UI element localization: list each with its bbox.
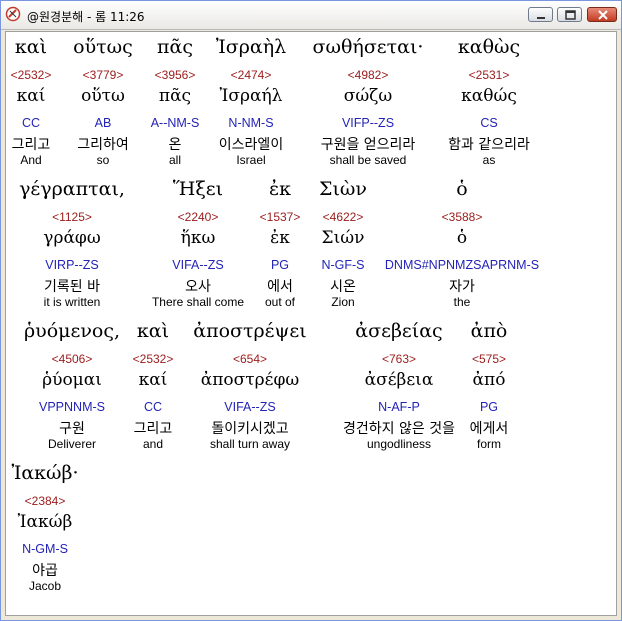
- lemma: ἀποστρέφω: [200, 370, 300, 390]
- korean-gloss: 야곱: [32, 563, 58, 579]
- greek-word: καθὼς: [457, 36, 521, 58]
- korean-gloss: 자가: [449, 279, 475, 295]
- title-bar[interactable]: @원경분해 - 롬 11:26: [1, 1, 621, 30]
- minimize-button[interactable]: [528, 7, 553, 22]
- english-gloss: as: [482, 153, 496, 167]
- english-gloss: form: [477, 437, 501, 451]
- strong-number[interactable]: <654>: [170, 352, 330, 366]
- lemma: καθώς: [461, 86, 517, 106]
- maximize-button[interactable]: [557, 7, 582, 22]
- lemma: ἀπό: [472, 370, 506, 390]
- strong-number[interactable]: <3588>: [382, 210, 542, 224]
- app-icon[interactable]: [5, 6, 21, 22]
- greek-word: ὁ: [456, 178, 468, 200]
- lemma: ὁ: [456, 228, 468, 248]
- greek-word: Ἰακώβ·: [11, 462, 79, 484]
- strong-number[interactable]: <575>: [409, 352, 569, 366]
- morph-code: N-GM-S: [22, 542, 68, 556]
- strong-number[interactable]: <2531>: [409, 68, 569, 82]
- morph-code: CS: [480, 116, 498, 130]
- greek-word: ἀπὸ: [470, 320, 508, 342]
- morph-code: VIFA--ZS: [224, 400, 276, 414]
- english-gloss: shall turn away: [209, 437, 291, 451]
- english-gloss: the: [453, 295, 471, 309]
- greek-word: ἀποστρέψει: [193, 320, 307, 342]
- window-title: @원경분해 - 롬 11:26: [27, 10, 145, 24]
- korean-gloss: 에게서: [469, 421, 509, 437]
- lemma: Ἰακώβ: [17, 512, 73, 532]
- app-window: @원경분해 - 롬 11:26 καὶ <2532> καί CC 그리고 And οὕτω…: [0, 0, 622, 621]
- english-gloss: Jacob: [28, 579, 62, 593]
- strong-number[interactable]: <2384>: [6, 494, 125, 508]
- morph-code: DNMS#NPNMZSAPRNM-S: [384, 258, 540, 272]
- korean-gloss: 돌이키시겠고: [211, 421, 289, 437]
- morph-code: PG: [479, 400, 499, 414]
- close-button[interactable]: [587, 7, 617, 22]
- korean-gloss: 함과 같으리라: [448, 137, 530, 153]
- interlinear-panel[interactable]: καὶ <2532> καί CC 그리고 And οὕτως <3779> οὕτω AB 그리하…: [5, 31, 617, 616]
